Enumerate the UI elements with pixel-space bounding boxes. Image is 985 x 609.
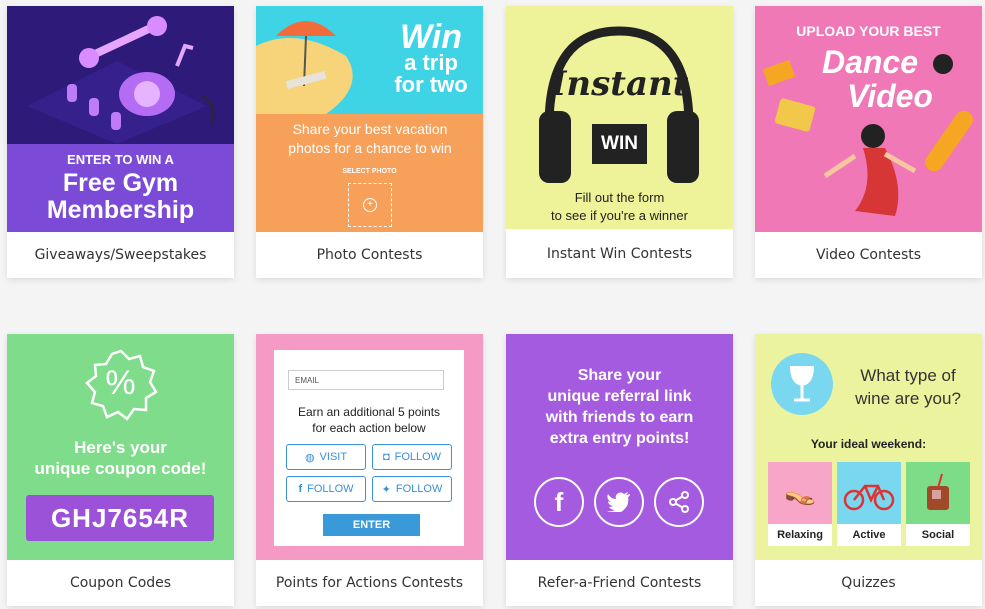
quiz-option-relaxing: 👡 Relaxing bbox=[768, 462, 832, 546]
option-label: Social bbox=[906, 524, 970, 546]
card-caption: Photo Contests bbox=[316, 247, 423, 263]
refer-line-3: with friends to earn bbox=[545, 409, 694, 426]
dancer-illustration bbox=[762, 54, 973, 216]
enter-button: ENTER bbox=[323, 514, 420, 536]
globe-icon: ◍ bbox=[304, 451, 315, 464]
option-label: Active bbox=[837, 524, 901, 546]
instant-body-2: to see if you're a winner bbox=[551, 208, 688, 223]
gym-title-line1: Free Gym bbox=[62, 169, 179, 197]
twitter-follow-action: ✦ FOLLOW bbox=[372, 476, 452, 502]
points-form: EMAIL Earn an additional 5 points for ea… bbox=[274, 350, 464, 546]
instagram-follow-action: ◘ FOLLOW bbox=[372, 444, 452, 470]
select-photo-label: SELECT PHOTO bbox=[342, 168, 397, 175]
photo-contests-thumbnail: Win a trip for two Share your best vacat… bbox=[256, 6, 483, 232]
photo-body: Share your best vacation photos for a ch… bbox=[288, 121, 452, 156]
card-photo-contests[interactable]: Win a trip for two Share your best vacat… bbox=[256, 6, 483, 278]
visit-action: ◍ VISIT bbox=[286, 444, 366, 470]
plus-circle-icon: + bbox=[363, 198, 377, 212]
email-field: EMAIL bbox=[288, 370, 444, 390]
follow-label: FOLLOW bbox=[394, 451, 442, 463]
twitter-icon: ✦ bbox=[381, 483, 391, 496]
quiz-option-active: Active bbox=[837, 462, 901, 546]
points-body-1: Earn an additional 5 points bbox=[297, 405, 441, 419]
win-badge: WIN bbox=[592, 124, 647, 164]
giveaways-thumbnail: ENTER TO WIN A Free Gym Membership bbox=[7, 6, 234, 232]
points-thumbnail: EMAIL Earn an additional 5 points for ea… bbox=[256, 334, 483, 560]
card-caption: Coupon Codes bbox=[69, 575, 172, 591]
card-caption: Refer-a-Friend Contests bbox=[537, 575, 702, 591]
coupon-codes-thumbnail: % Here's your unique coupon code! GHJ765… bbox=[7, 334, 234, 560]
percent-symbol: % bbox=[105, 364, 136, 402]
bicycle-icon bbox=[843, 484, 895, 511]
gym-title-line2: Membership bbox=[46, 196, 195, 224]
card-caption: Video Contests bbox=[815, 247, 922, 263]
instant-win-thumbnail: Instant WIN Fill out the form to see if … bbox=[506, 6, 733, 229]
card-coupon-codes[interactable]: % Here's your unique coupon code! GHJ765… bbox=[7, 334, 234, 606]
card-caption: Instant Win Contests bbox=[546, 245, 693, 262]
wine-glass-icon bbox=[771, 353, 833, 415]
coupon-heading-2: unique coupon code! bbox=[34, 459, 207, 478]
card-video-contests[interactable]: UPLOAD YOUR BEST Dance Video Video Conte… bbox=[755, 6, 982, 278]
points-body-2: for each action below bbox=[312, 421, 426, 435]
share-icon bbox=[654, 477, 704, 527]
facebook-follow-action: f FOLLOW bbox=[286, 476, 366, 502]
gym-kicker: ENTER TO WIN A bbox=[67, 152, 174, 167]
instant-title: Instant bbox=[550, 64, 689, 104]
follow-label: FOLLOW bbox=[395, 483, 443, 495]
card-giveaways[interactable]: ENTER TO WIN A Free Gym Membership Givea… bbox=[7, 6, 234, 278]
gym-illustration bbox=[7, 6, 234, 144]
card-quizzes[interactable]: What type of wine are you? Your ideal we… bbox=[755, 334, 982, 606]
card-caption: Points for Actions Contests bbox=[275, 575, 464, 591]
card-points-for-actions[interactable]: EMAIL Earn an additional 5 points for ea… bbox=[256, 334, 483, 606]
refer-thumbnail: Share your unique referral link with fri… bbox=[506, 334, 733, 560]
facebook-icon: f bbox=[534, 477, 584, 527]
quiz-option-social: Social bbox=[906, 462, 970, 546]
photo-headline-3: for two bbox=[394, 72, 468, 97]
twitter-icon bbox=[594, 477, 644, 527]
quizzes-thumbnail: What type of wine are you? Your ideal we… bbox=[755, 334, 982, 560]
refer-line-1: Share your bbox=[577, 367, 662, 384]
refer-line-2: unique referral link bbox=[547, 388, 692, 405]
card-refer-a-friend[interactable]: Share your unique referral link with fri… bbox=[506, 334, 733, 606]
card-instant-win[interactable]: Instant WIN Fill out the form to see if … bbox=[506, 6, 733, 278]
quiz-question-2: wine are you? bbox=[855, 389, 961, 408]
refer-line-4: extra entry points! bbox=[549, 430, 690, 447]
facebook-icon: f bbox=[298, 483, 303, 495]
card-caption: Quizzes bbox=[841, 575, 896, 591]
coupon-heading-1: Here's your bbox=[74, 438, 167, 457]
cocktail-icon bbox=[927, 474, 949, 510]
slippers-icon: 👡 bbox=[784, 476, 817, 506]
quiz-question-1: What type of bbox=[860, 366, 956, 385]
option-label: Relaxing bbox=[768, 524, 832, 546]
coupon-code: GHJ7654R bbox=[26, 495, 214, 541]
card-caption: Giveaways/Sweepstakes bbox=[34, 247, 207, 263]
follow-label: FOLLOW bbox=[307, 483, 354, 495]
instant-body-1: Fill out the form bbox=[574, 190, 665, 205]
quiz-subheading: Your ideal weekend: bbox=[810, 437, 927, 451]
select-photo-dropzone: + bbox=[348, 183, 392, 227]
visit-label: VISIT bbox=[319, 451, 348, 463]
video-contests-thumbnail: UPLOAD YOUR BEST Dance Video bbox=[755, 6, 982, 232]
instagram-icon: ◘ bbox=[382, 451, 390, 463]
